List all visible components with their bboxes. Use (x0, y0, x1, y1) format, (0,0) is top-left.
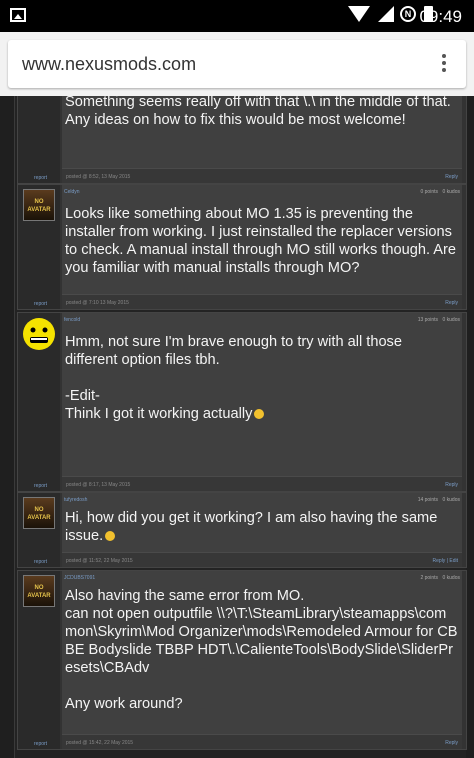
points: 0 points (420, 189, 438, 195)
clock: 09:49 (419, 7, 462, 26)
reply-link[interactable]: Reply (445, 300, 458, 306)
comment-post: NO AVATAR JCDUBS7091 2 points 0 kudos Al… (17, 570, 467, 750)
comments-page: Something seems really off with that \.\… (0, 96, 474, 758)
report-link[interactable]: report (34, 301, 47, 307)
avatar[interactable]: NO AVATAR (23, 189, 55, 221)
comment-post: NO AVATAR Celdyn 0 points 0 kudos Looks … (17, 184, 467, 310)
post-date: posted @ 8:17, 13 May 2015 (66, 482, 131, 488)
report-link[interactable]: report (34, 741, 47, 747)
kudos: 0 kudos (442, 575, 460, 581)
report-link[interactable]: report (34, 559, 47, 565)
kudos: 0 kudos (442, 497, 460, 503)
username[interactable]: Celdyn (64, 189, 80, 195)
signal-icon (378, 6, 394, 22)
post-date: posted @ 7:10 13 May 2015 (66, 300, 129, 306)
username[interactable]: JCDUBS7091 (64, 575, 95, 581)
reply-link[interactable]: Reply (445, 740, 458, 746)
reply-link[interactable]: Reply (445, 174, 458, 180)
comment-text: Looks like something about MO 1.35 is pr… (65, 206, 456, 276)
url-text[interactable]: www.nexusmods.com (22, 54, 196, 75)
comment-post: Something seems really off with that \.\… (17, 96, 467, 184)
overflow-menu-icon[interactable] (432, 52, 456, 76)
gallery-notification-icon (10, 8, 26, 22)
smiley-emoji-icon (254, 409, 265, 420)
comment-text: Hi, how did you get it working? I am als… (65, 509, 458, 545)
kudos: 0 kudos (442, 189, 460, 195)
report-link[interactable]: report (34, 483, 47, 489)
comment-text: Something seems really off with that \.\… (65, 96, 455, 128)
points: 2 points (420, 575, 438, 581)
post-date: posted @ 11:52, 22 May 2015 (66, 558, 133, 564)
post-date: posted @ 8:52, 13 May 2015 (66, 174, 131, 180)
report-link[interactable]: report (34, 175, 47, 181)
address-bar[interactable]: www.nexusmods.com (8, 40, 466, 88)
points: 14 points (417, 497, 438, 503)
avatar[interactable]: NO AVATAR (23, 575, 55, 607)
username[interactable]: tufyredosh (64, 497, 87, 503)
divider (14, 96, 15, 758)
status-bar: N 09:49 (0, 0, 474, 32)
username[interactable]: fencold (64, 317, 80, 323)
kudos: 0 kudos (442, 317, 460, 323)
comment-text: Hmm, not sure I'm brave enough to try wi… (65, 333, 458, 423)
smiley-emoji-icon (105, 531, 116, 542)
left-gutter (0, 96, 14, 758)
points: 13 points (417, 317, 438, 323)
reply-link[interactable]: Reply (445, 482, 458, 488)
reply-link[interactable]: Reply | Edit (433, 558, 458, 564)
nfc-icon: N (400, 6, 416, 22)
comment-text-content: Hi, how did you get it working? I am als… (65, 510, 442, 544)
right-gutter (466, 96, 474, 758)
post-date: posted @ 15:42, 22 May 2015 (66, 740, 134, 746)
avatar[interactable]: NO AVATAR (23, 497, 55, 529)
comment-post: fencold 13 points 0 kudos Hmm, not sure … (17, 312, 467, 492)
comment-text-content: Hmm, not sure I'm brave enough to try wi… (65, 334, 402, 422)
smiley-avatar[interactable] (22, 317, 56, 351)
comment-post: NO AVATAR tufyredosh 14 points 0 kudos H… (17, 492, 467, 568)
browser-toolbar: www.nexusmods.com (0, 32, 474, 96)
comment-text: Also having the same error from MO. can … (65, 588, 458, 712)
wifi-icon (348, 6, 370, 22)
